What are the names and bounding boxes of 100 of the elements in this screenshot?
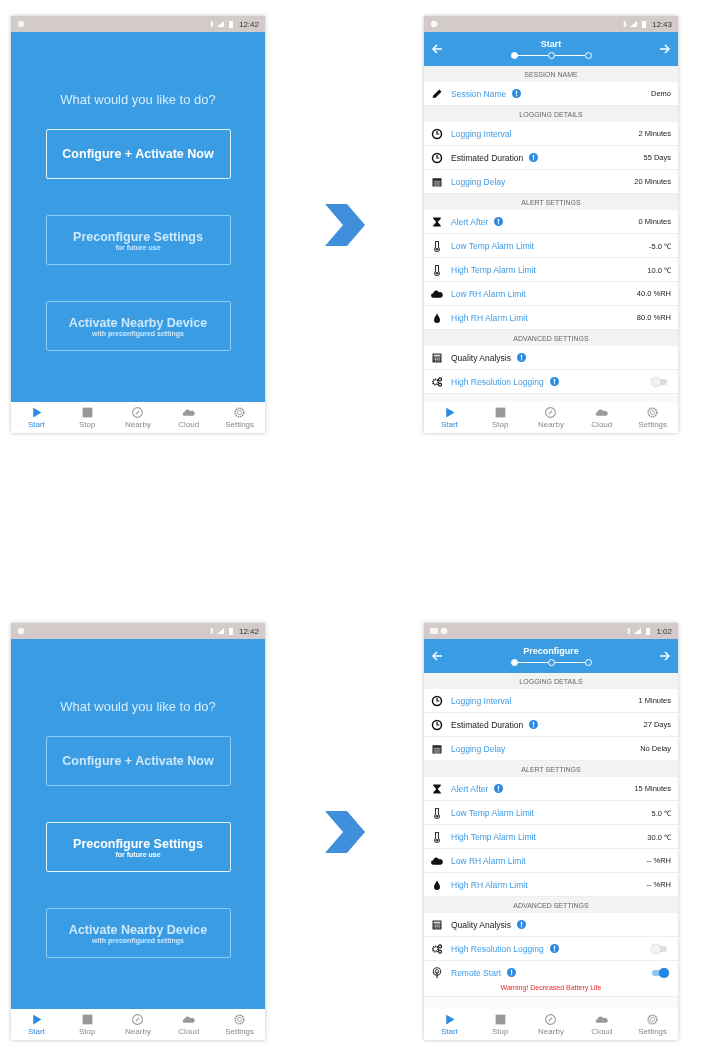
cloud-icon (595, 406, 609, 419)
setting-label: High Resolution Logging (451, 943, 544, 954)
nav-tab[interactable]: Settings (627, 402, 678, 433)
gears-icon (431, 942, 443, 955)
nav-tab[interactable]: Settings (214, 1009, 265, 1040)
nav-tab[interactable]: Nearby (112, 402, 164, 433)
setting-label: Low Temp Alarm Limit (451, 240, 534, 251)
info-icon[interactable] (517, 353, 526, 362)
option-button[interactable]: Configure + Activate Now (45, 129, 231, 179)
thermometer-icon (431, 239, 443, 252)
stop-icon (493, 406, 507, 419)
forward-arrow-icon[interactable] (659, 43, 671, 55)
setting-label: Estimated Duration (451, 152, 524, 163)
nav-tab[interactable]: Nearby (525, 402, 577, 433)
hourglass-icon (431, 215, 443, 228)
info-icon[interactable] (529, 720, 539, 729)
back-arrow-icon[interactable] (431, 650, 443, 662)
setting-label: Alert After (451, 216, 489, 227)
nav-tab[interactable]: Nearby (112, 1009, 164, 1040)
screen-title: Start (540, 39, 562, 49)
compass-icon (544, 1013, 558, 1026)
nav-tab[interactable]: Stop (61, 402, 113, 433)
thermometer-icon (431, 806, 443, 819)
calculator-icon (431, 351, 443, 364)
chevron-icon (322, 808, 367, 855)
clock-icon (431, 694, 443, 707)
status-time: 12:43 (651, 19, 672, 29)
system-status-icons (626, 627, 653, 635)
toggle-switch[interactable] (651, 943, 668, 954)
nav-tab[interactable]: Start (11, 402, 62, 433)
info-icon[interactable] (512, 89, 522, 98)
nav-tab[interactable]: Start (424, 402, 475, 433)
setting-label: Low Temp Alarm Limit (451, 807, 534, 818)
compass-icon (544, 406, 558, 419)
info-icon[interactable] (494, 217, 504, 226)
compass-icon (131, 1013, 145, 1026)
nav-tab[interactable]: Start (11, 1009, 62, 1040)
forward-arrow-icon[interactable] (659, 650, 671, 662)
back-arrow-icon[interactable] (431, 43, 443, 55)
nav-tab[interactable]: Stop (474, 1009, 526, 1040)
toggle-switch[interactable] (651, 967, 668, 978)
nav-tab[interactable]: Cloud (576, 1009, 628, 1040)
nav-tab[interactable]: Settings (214, 402, 265, 433)
calculator-icon (431, 918, 443, 931)
toggle-switch[interactable] (651, 376, 668, 387)
setting-row[interactable]: High Resolution Logging (424, 937, 678, 961)
nav-tab[interactable]: Stop (61, 1009, 113, 1040)
clock-icon (431, 151, 443, 164)
setting-row[interactable]: Quality Analysis (424, 346, 678, 370)
clock-icon (431, 127, 443, 140)
setting-label: High Temp Alarm Limit (451, 264, 536, 275)
nav-tab[interactable]: Settings (627, 1009, 678, 1040)
question-heading: What would you like to do? (60, 699, 216, 714)
nav-tab[interactable]: Stop (474, 402, 526, 433)
info-icon[interactable] (517, 920, 526, 929)
setting-label: Low RH Alarm Limit (451, 288, 526, 299)
setting-label: Estimated Duration (451, 719, 524, 730)
notification-icons (430, 20, 438, 28)
cloud-icon (595, 1013, 609, 1026)
antenna-icon (431, 966, 443, 979)
setting-row[interactable]: Quality Analysis (424, 913, 678, 937)
calendar-icon (431, 742, 443, 755)
drop-icon (431, 311, 443, 324)
screen-title: Preconfigure (523, 646, 579, 656)
nav-tab[interactable]: Cloud (576, 402, 628, 433)
drop-icon (431, 878, 443, 891)
info-icon[interactable] (549, 377, 559, 386)
nav-tab[interactable]: Start (424, 1009, 475, 1040)
nav-tab[interactable]: Cloud (163, 402, 215, 433)
setting-label: High RH Alarm Limit (451, 312, 528, 323)
setting-label: Session Name (451, 88, 507, 99)
setting-label: Logging Interval (451, 128, 512, 139)
info-icon[interactable] (507, 968, 517, 977)
notification-icons (17, 20, 25, 28)
system-status-icons (208, 627, 235, 635)
cloud-icon (182, 1013, 196, 1026)
info-icon[interactable] (529, 153, 539, 162)
setting-label: Logging Delay (451, 743, 506, 754)
stop-icon (80, 1013, 94, 1026)
nav-tab[interactable]: Cloud (163, 1009, 215, 1040)
pencil-icon (431, 87, 443, 100)
gear-icon (233, 406, 247, 419)
status-time: 1:02 (656, 626, 672, 636)
setting-label: Alert After (451, 783, 489, 794)
stop-icon (80, 406, 94, 419)
gears-icon (431, 375, 443, 388)
gear-icon (646, 406, 660, 419)
option-button[interactable]: Configure + Activate Now (45, 736, 231, 786)
clock-icon (431, 718, 443, 731)
setting-row[interactable]: High Resolution Logging (424, 370, 678, 394)
setting-label: Low RH Alarm Limit (451, 855, 526, 866)
gear-icon (646, 1013, 660, 1026)
chevron-icon (322, 201, 367, 248)
info-icon[interactable] (494, 784, 504, 793)
cloud-icon (182, 406, 196, 419)
stop-icon (493, 1013, 507, 1026)
info-icon[interactable] (549, 944, 559, 953)
nav-tab[interactable]: Nearby (525, 1009, 577, 1040)
system-status-icons (621, 20, 648, 28)
setting-label: Logging Interval (451, 695, 512, 706)
